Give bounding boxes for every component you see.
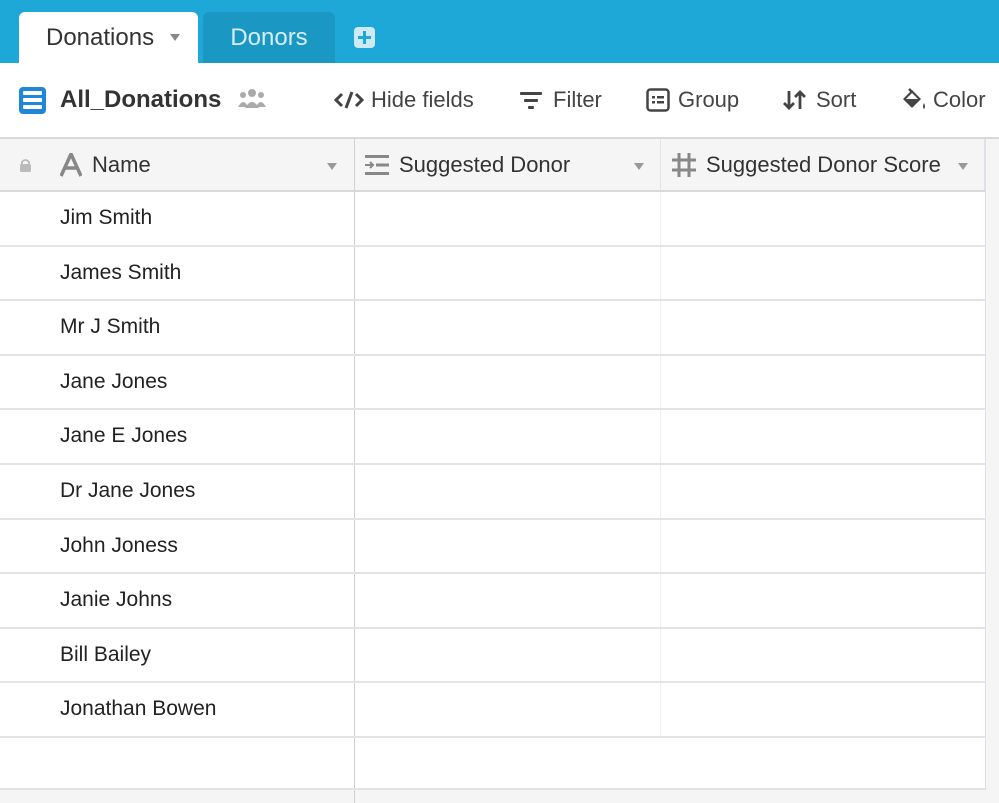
cell-suggested-donor[interactable] bbox=[354, 355, 660, 409]
tab-donors[interactable]: Donors bbox=[203, 12, 335, 63]
cell-suggested-donor-score[interactable] bbox=[660, 519, 985, 573]
column-label: Name bbox=[92, 151, 151, 177]
cell-suggested-donor-score[interactable] bbox=[660, 192, 985, 245]
cell-suggested-donor-score[interactable] bbox=[660, 246, 985, 300]
sort-button[interactable]: Sort bbox=[783, 63, 856, 137]
table-tab-bar: Donations Donors bbox=[0, 0, 999, 63]
table-row[interactable]: Bill Bailey bbox=[0, 628, 985, 684]
people-icon[interactable] bbox=[238, 88, 266, 110]
header-row: Name Suggested Donor Suggested Donor Sco… bbox=[0, 139, 985, 192]
grid-view-icon[interactable] bbox=[19, 87, 46, 114]
cell-suggested-donor[interactable] bbox=[354, 410, 660, 463]
hide-fields-button[interactable]: Hide fields bbox=[334, 63, 474, 137]
tab-label: Donations bbox=[46, 23, 155, 51]
chevron-down-icon[interactable] bbox=[634, 163, 644, 170]
cell-suggested-donor[interactable] bbox=[354, 628, 660, 682]
chevron-down-icon[interactable] bbox=[958, 163, 968, 170]
grid-right-edge bbox=[985, 139, 999, 790]
chevron-down-icon[interactable] bbox=[327, 163, 337, 170]
filter-button[interactable]: Filter bbox=[520, 63, 602, 137]
cell-name[interactable]: Jane Jones bbox=[60, 356, 167, 408]
cell-suggested-donor-score[interactable] bbox=[660, 574, 985, 627]
color-label: Color bbox=[933, 87, 986, 112]
group-button[interactable]: Group bbox=[646, 63, 739, 137]
cell-suggested-donor-score[interactable] bbox=[660, 628, 985, 682]
cell-suggested-donor-score[interactable] bbox=[660, 683, 985, 736]
table-row[interactable]: Jonathan Bowen bbox=[0, 683, 985, 738]
tab-label: Donors bbox=[230, 23, 308, 51]
column-header-suggested-donor[interactable]: Suggested Donor bbox=[365, 139, 570, 190]
table-row[interactable]: Dr Jane Jones bbox=[0, 465, 985, 520]
plus-square-icon[interactable] bbox=[354, 27, 375, 48]
cell-name[interactable]: Jonathan Bowen bbox=[60, 683, 216, 735]
cell-suggested-donor[interactable] bbox=[354, 301, 660, 354]
add-row[interactable] bbox=[0, 738, 985, 790]
filter-label: Filter bbox=[553, 87, 602, 112]
sort-arrows-icon bbox=[783, 90, 806, 110]
cell-name[interactable]: Janie Johns bbox=[60, 574, 172, 626]
column-header-name[interactable]: Name bbox=[60, 139, 151, 190]
cell-suggested-donor[interactable] bbox=[354, 574, 660, 627]
paint-bucket-icon bbox=[903, 88, 925, 109]
hash-icon bbox=[672, 152, 696, 177]
table-row[interactable]: Mr J Smith bbox=[0, 301, 985, 356]
table-row[interactable]: James Smith bbox=[0, 246, 985, 302]
table-row[interactable]: Jane E Jones bbox=[0, 410, 985, 465]
cell-suggested-donor[interactable] bbox=[354, 683, 660, 736]
column-label: Suggested Donor Score bbox=[706, 151, 941, 177]
cell-suggested-donor[interactable] bbox=[354, 465, 660, 518]
cell-name[interactable]: James Smith bbox=[60, 247, 181, 299]
group-label: Group bbox=[678, 87, 740, 112]
cell-name[interactable]: Jim Smith bbox=[60, 192, 152, 244]
data-grid: Name Suggested Donor Suggested Donor Sco… bbox=[0, 139, 999, 803]
chevron-down-icon[interactable] bbox=[170, 34, 181, 41]
view-name[interactable]: All_Donations bbox=[60, 63, 221, 137]
lock-icon bbox=[20, 159, 31, 172]
table-row[interactable]: Janie Johns bbox=[0, 574, 985, 629]
group-list-icon bbox=[646, 88, 670, 112]
cell-suggested-donor[interactable] bbox=[354, 192, 660, 245]
column-divider bbox=[354, 790, 355, 803]
column-label: Suggested Donor bbox=[399, 151, 571, 177]
cell-name[interactable]: John Joness bbox=[60, 520, 178, 572]
cell-name[interactable]: Dr Jane Jones bbox=[60, 465, 195, 517]
cell-name[interactable]: Jane E Jones bbox=[60, 410, 187, 462]
view-toolbar: All_Donations Hide fields Filter Group S… bbox=[0, 63, 999, 139]
cell-suggested-donor[interactable] bbox=[354, 246, 660, 300]
cell-suggested-donor-score[interactable] bbox=[660, 410, 985, 463]
table-row[interactable]: Jim Smith bbox=[0, 192, 985, 247]
table-row[interactable]: Jane Jones bbox=[0, 355, 985, 411]
cell-suggested-donor-score[interactable] bbox=[660, 301, 985, 354]
filter-icon bbox=[520, 92, 542, 109]
color-button[interactable]: Color bbox=[900, 63, 986, 137]
tab-donations[interactable]: Donations bbox=[19, 12, 198, 63]
column-header-suggested-donor-score[interactable]: Suggested Donor Score bbox=[672, 139, 941, 190]
text-a-icon bbox=[60, 152, 82, 177]
cell-name[interactable]: Mr J Smith bbox=[60, 301, 160, 353]
cell-suggested-donor-score[interactable] bbox=[660, 355, 985, 409]
cell-suggested-donor-score[interactable] bbox=[660, 465, 985, 518]
code-slash-icon bbox=[334, 91, 364, 109]
cell-name[interactable]: Bill Bailey bbox=[60, 629, 151, 681]
column-divider bbox=[354, 738, 355, 788]
hide-fields-label: Hide fields bbox=[371, 87, 474, 112]
table-row[interactable]: John Joness bbox=[0, 519, 985, 575]
cell-suggested-donor[interactable] bbox=[354, 519, 660, 573]
sort-label: Sort bbox=[816, 87, 857, 112]
linked-list-icon bbox=[365, 154, 389, 175]
